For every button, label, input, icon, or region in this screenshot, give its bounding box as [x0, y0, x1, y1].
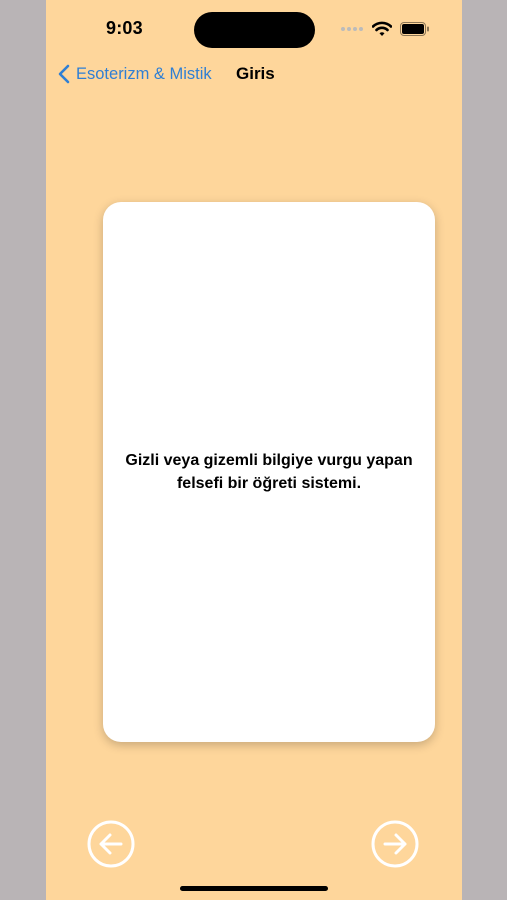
app-screen: 9:03 Esoterizm & Mistik Giris Gizli veya… [46, 0, 462, 900]
cellular-icon [341, 27, 363, 31]
dynamic-island [194, 12, 315, 48]
card-text: Gizli veya gizemli bilgiye vurgu yapan f… [125, 452, 413, 492]
battery-icon [400, 22, 429, 36]
status-icons [340, 18, 430, 40]
arrow-right-circle-icon [371, 820, 419, 868]
previous-button[interactable] [87, 820, 135, 868]
next-button[interactable] [371, 820, 419, 868]
flash-card[interactable]: Gizli veya gizemli bilgiye vurgu yapan f… [103, 202, 435, 742]
home-indicator[interactable] [180, 886, 328, 891]
arrow-left-circle-icon [87, 820, 135, 868]
wifi-icon [372, 21, 392, 36]
back-button-label: Esoterizm & Mistik [76, 64, 212, 83]
back-button[interactable]: Esoterizm & Mistik [58, 62, 212, 86]
status-time: 9:03 [106, 18, 143, 38]
chevron-left-icon [58, 64, 70, 84]
page-title: Giris [236, 64, 275, 83]
